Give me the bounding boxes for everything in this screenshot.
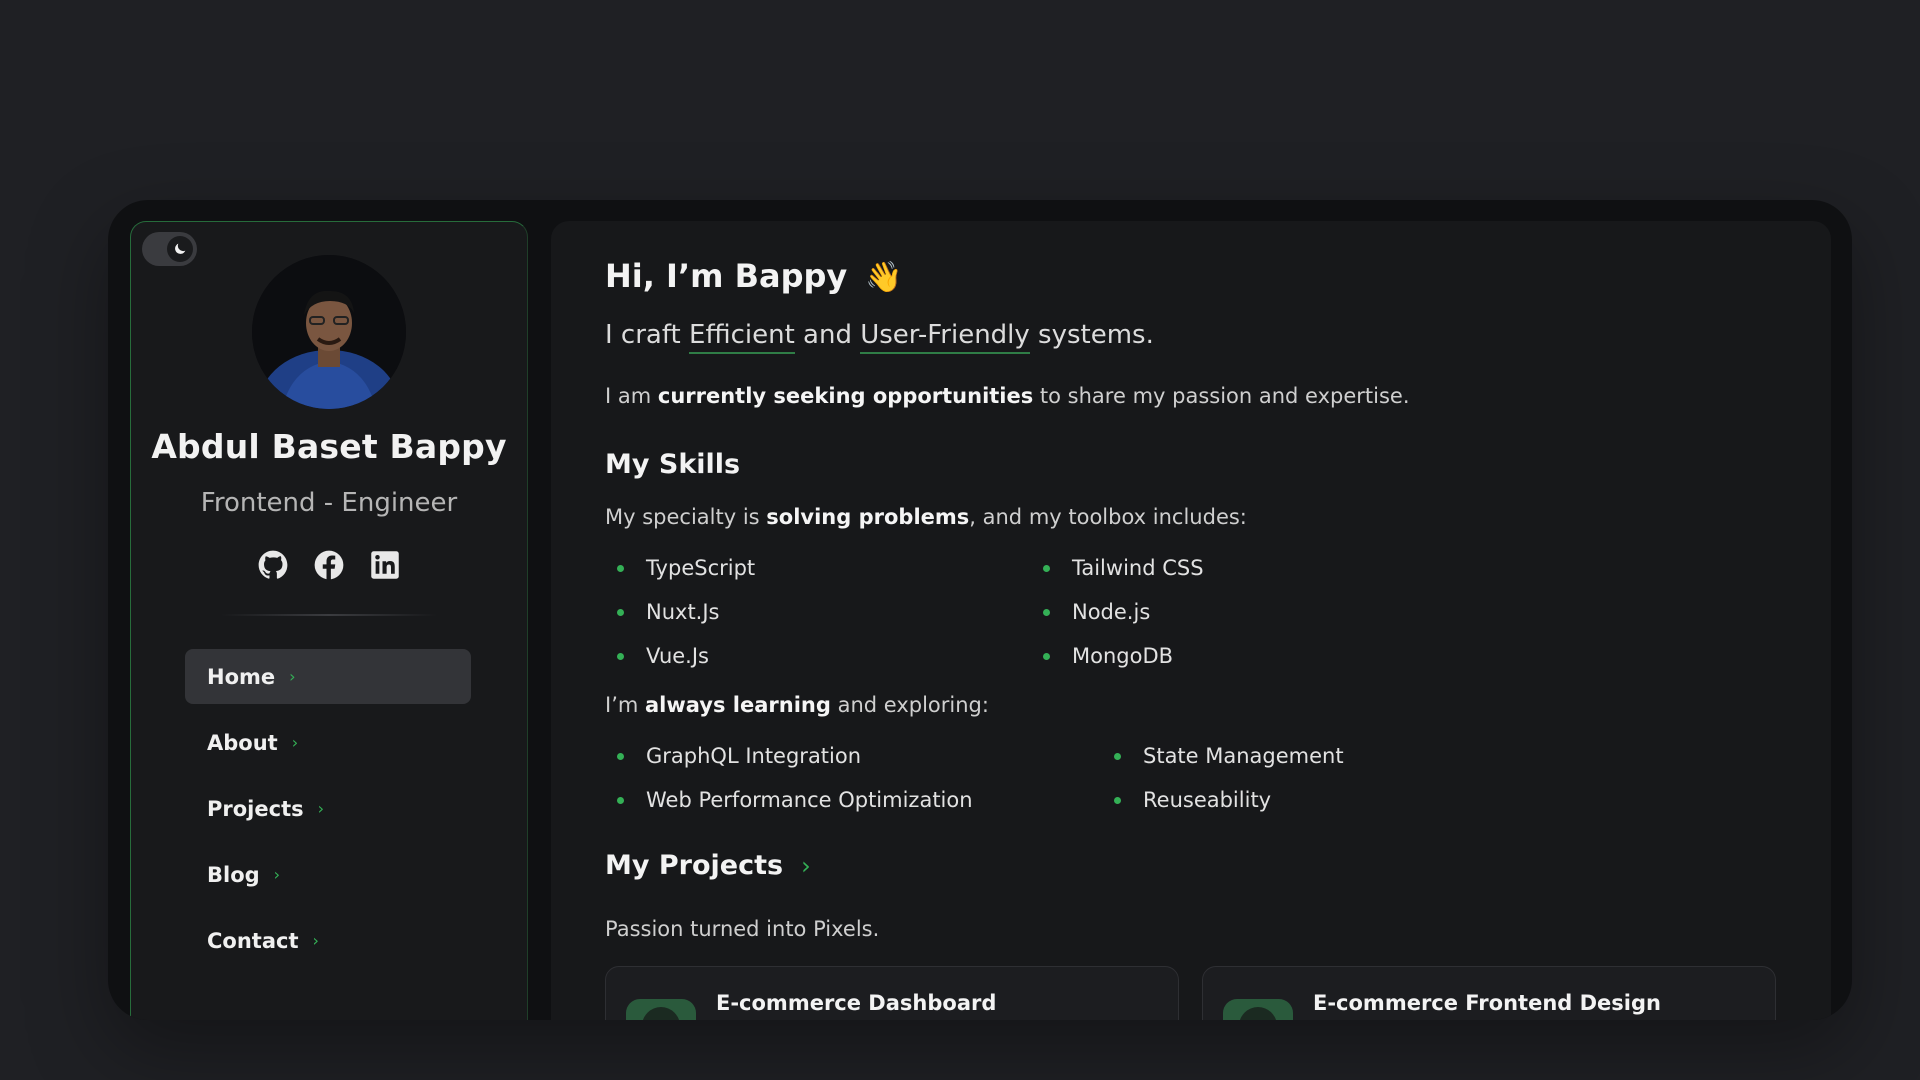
main-panel: Hi, I’m Bappy 👋 I craft Efficient and Use…: [551, 221, 1831, 1020]
moon-icon: [167, 236, 193, 262]
specialty-suffix: , and my toolbox includes:: [969, 505, 1247, 529]
nav-label: Projects: [207, 796, 304, 821]
greeting-heading: Hi, I’m Bappy 👋: [605, 257, 903, 295]
seeking-bold: currently seeking opportunities: [657, 384, 1034, 408]
chevron-right-icon: ›: [291, 733, 299, 752]
nav-item-contact[interactable]: Contact ›: [185, 913, 471, 968]
specialty-prefix: My specialty is: [605, 505, 767, 529]
chevron-right-icon: ›: [312, 931, 319, 950]
project-card-ecommerce-dashboard[interactable]: E-commerce Dashboard: [605, 966, 1179, 1020]
project-thumbnail: [1223, 999, 1293, 1020]
avatar: [252, 255, 406, 409]
list-item: Node.js: [1031, 590, 1204, 634]
tagline: I craft Efficient and User-Friendly syst…: [605, 320, 1154, 354]
social-links: [131, 548, 527, 582]
seeking-suffix: to share my passion and expertise.: [1033, 384, 1410, 408]
projects-heading: My Projects: [605, 850, 784, 881]
tagline-mid: and: [794, 320, 861, 350]
specialty-text: My specialty is solving problems, and my…: [605, 505, 1247, 529]
github-icon[interactable]: [256, 548, 290, 582]
list-item: Web Performance Optimization: [605, 778, 973, 822]
nav-item-blog[interactable]: Blog ›: [185, 847, 471, 902]
seeking-prefix: I am: [605, 384, 658, 408]
learning-prefix: I’m: [605, 693, 646, 717]
theme-toggle[interactable]: [142, 232, 197, 266]
learning-list-1: GraphQL Integration Web Performance Opti…: [605, 734, 973, 822]
profile-name: Abdul Baset Bappy: [151, 427, 507, 466]
nav-label: Contact: [207, 928, 299, 953]
nav-item-projects[interactable]: Projects ›: [185, 781, 471, 836]
list-item: Tailwind CSS: [1031, 546, 1204, 590]
list-item: TypeScript: [605, 546, 755, 590]
wave-emoji: 👋: [865, 260, 903, 295]
tagline-suffix: systems.: [1029, 320, 1154, 350]
chevron-right-icon: ›: [289, 667, 296, 686]
projects-heading-link[interactable]: My Projects ›: [605, 850, 811, 881]
greeting-text: Hi, I’m Bappy: [605, 257, 848, 295]
project-card-ecommerce-frontend[interactable]: E-commerce Frontend Design: [1202, 966, 1776, 1020]
profile-sidebar: Abdul Baset Bappy Frontend - Engineer Ho…: [130, 221, 528, 1020]
skills-heading: My Skills: [605, 449, 741, 480]
sidebar-divider: [221, 614, 437, 616]
app-frame: Abdul Baset Bappy Frontend - Engineer Ho…: [108, 200, 1852, 1020]
list-item: GraphQL Integration: [605, 734, 973, 778]
learning-list-2: State Management Reuseability: [1102, 734, 1344, 822]
chevron-right-icon: ›: [801, 852, 811, 880]
project-title: E-commerce Dashboard: [716, 991, 997, 1015]
tagline-prefix: I craft: [605, 320, 690, 350]
project-thumbnail: [626, 999, 696, 1020]
nav-item-home[interactable]: Home ›: [185, 649, 471, 704]
nav-label: Blog: [207, 862, 260, 887]
nav-item-about[interactable]: About ›: [185, 715, 471, 770]
nav-label: About: [207, 730, 278, 755]
sidebar-nav: Home › About › Projects › Blog › Contact…: [185, 649, 471, 979]
skills-list-1: TypeScript Nuxt.Js Vue.Js: [605, 546, 755, 678]
seeking-text: I am currently seeking opportunities to …: [605, 384, 1410, 408]
linkedin-icon[interactable]: [368, 548, 402, 582]
learning-bold: always learning: [645, 693, 831, 717]
project-title: E-commerce Frontend Design: [1313, 991, 1661, 1015]
tagline-highlight-efficient: Efficient: [689, 320, 795, 354]
list-item: MongoDB: [1031, 634, 1204, 678]
list-item: Vue.Js: [605, 634, 755, 678]
projects-tagline: Passion turned into Pixels.: [605, 917, 880, 941]
list-item: Nuxt.Js: [605, 590, 755, 634]
specialty-bold: solving problems: [766, 505, 970, 529]
learning-suffix: and exploring:: [830, 693, 989, 717]
facebook-icon[interactable]: [312, 548, 346, 582]
learning-text: I’m always learning and exploring:: [605, 693, 989, 717]
chevron-right-icon: ›: [317, 799, 325, 818]
list-item: State Management: [1102, 734, 1344, 778]
skills-list-2: Tailwind CSS Node.js MongoDB: [1031, 546, 1204, 678]
profile-role: Frontend - Engineer: [200, 488, 458, 518]
chevron-right-icon: ›: [273, 865, 281, 884]
list-item: Reuseability: [1102, 778, 1344, 822]
nav-label: Home: [207, 664, 276, 689]
tagline-highlight-user-friendly: User-Friendly: [860, 320, 1030, 354]
